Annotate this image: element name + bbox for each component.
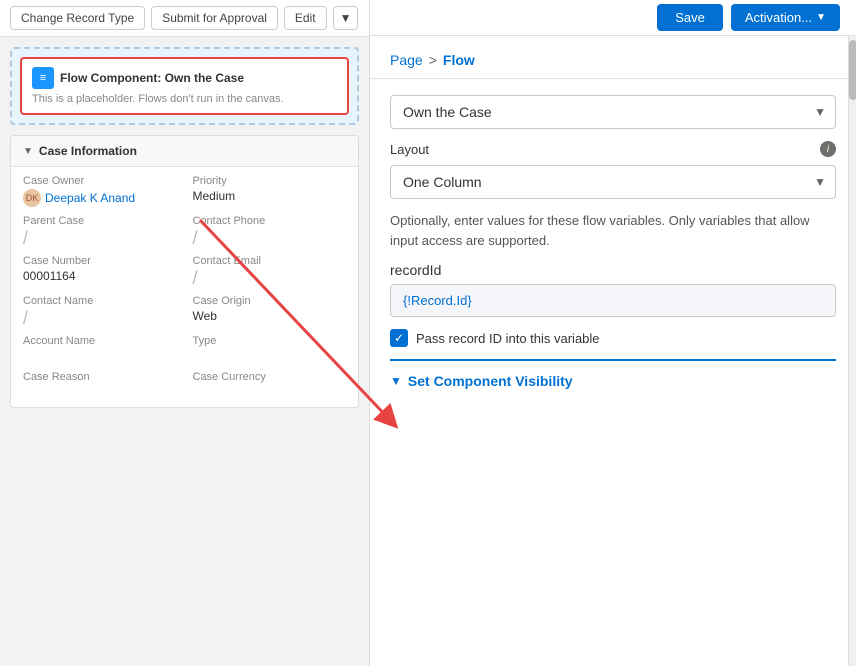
flow-component-box: ≡ Flow Component: Own the Case This is a… xyxy=(20,57,349,115)
field-parent-case: Parent Case / xyxy=(23,215,177,247)
scrollbar-thumb[interactable] xyxy=(849,40,856,100)
pass-record-id-checkbox[interactable]: ✓ xyxy=(390,329,408,347)
flow-component-header: ≡ Flow Component: Own the Case xyxy=(32,67,337,89)
layout-select-container: One Column Two Column ▼ xyxy=(390,165,836,199)
pass-record-id-label: Pass record ID into this variable xyxy=(416,331,600,346)
right-panel-body: Own the Case ▼ Layout i One Column Two C… xyxy=(370,79,856,405)
global-top-bar: Save Activation... ▼ xyxy=(370,0,856,36)
field-case-reason: Case Reason xyxy=(23,371,177,399)
layout-section: Layout i One Column Two Column ▼ xyxy=(390,141,836,199)
case-information-header: ▼ Case Information xyxy=(11,136,358,167)
field-contact-email: Contact Email / xyxy=(193,255,347,287)
activation-chevron-icon: ▼ xyxy=(816,12,826,23)
flow-component-title: Flow Component: Own the Case xyxy=(60,71,244,85)
section-chevron-icon: ▼ xyxy=(23,146,33,157)
field-case-owner: Case Owner DK Deepak K Anand xyxy=(23,175,177,207)
canvas-area: ≡ Flow Component: Own the Case This is a… xyxy=(10,47,359,125)
flow-select[interactable]: Own the Case xyxy=(390,95,836,129)
flow-component-subtitle: This is a placeholder. Flows don't run i… xyxy=(32,93,337,105)
record-fields: Case Owner DK Deepak K Anand Priority Me… xyxy=(11,167,358,407)
flow-select-container: Own the Case ▼ xyxy=(390,95,836,129)
layout-info-icon[interactable]: i xyxy=(820,141,836,157)
layout-label-row: Layout i xyxy=(390,141,836,157)
field-account-name: Account Name xyxy=(23,335,177,363)
field-contact-name: Contact Name / xyxy=(23,295,177,327)
dropdown-button[interactable]: ▼ xyxy=(333,6,359,30)
scrollbar-track[interactable] xyxy=(848,36,856,666)
breadcrumb-current: Flow xyxy=(443,52,475,68)
set-visibility-header[interactable]: ▼ Set Component Visibility xyxy=(390,373,836,389)
change-record-type-button[interactable]: Change Record Type xyxy=(10,6,145,30)
submit-for-approval-button[interactable]: Submit for Approval xyxy=(151,6,278,30)
set-visibility-chevron-icon: ▼ xyxy=(390,374,402,388)
record-id-section: recordId xyxy=(390,262,836,317)
field-case-number: Case Number 00001164 xyxy=(23,255,177,287)
breadcrumb-page[interactable]: Page xyxy=(390,52,423,68)
field-case-currency: Case Currency xyxy=(193,371,347,399)
top-action-bar: Change Record Type Submit for Approval E… xyxy=(0,0,369,37)
set-visibility-section: ▼ Set Component Visibility xyxy=(390,359,836,389)
breadcrumb-separator: > xyxy=(429,52,437,68)
owner-avatar-link[interactable]: DK Deepak K Anand xyxy=(23,189,177,207)
field-contact-phone: Contact Phone / xyxy=(193,215,347,247)
field-case-origin: Case Origin Web xyxy=(193,295,347,327)
description-text: Optionally, enter values for these flow … xyxy=(390,211,836,250)
edit-button[interactable]: Edit xyxy=(284,6,327,30)
left-panel: Change Record Type Submit for Approval E… xyxy=(0,0,370,666)
right-panel: Save Activation... ▼ Page > Flow Own the… xyxy=(370,0,856,666)
save-button[interactable]: Save xyxy=(657,4,723,31)
layout-select[interactable]: One Column Two Column xyxy=(390,165,836,199)
flow-icon: ≡ xyxy=(32,67,54,89)
field-type: Type xyxy=(193,335,347,363)
breadcrumb-header: Page > Flow xyxy=(370,36,856,79)
record-detail: ▼ Case Information Case Owner DK Deepak … xyxy=(10,135,359,408)
field-priority: Priority Medium xyxy=(193,175,347,207)
owner-avatar: DK xyxy=(23,189,41,207)
record-id-input[interactable] xyxy=(390,284,836,317)
pass-record-id-row: ✓ Pass record ID into this variable xyxy=(390,329,836,347)
activation-button[interactable]: Activation... ▼ xyxy=(731,4,840,31)
